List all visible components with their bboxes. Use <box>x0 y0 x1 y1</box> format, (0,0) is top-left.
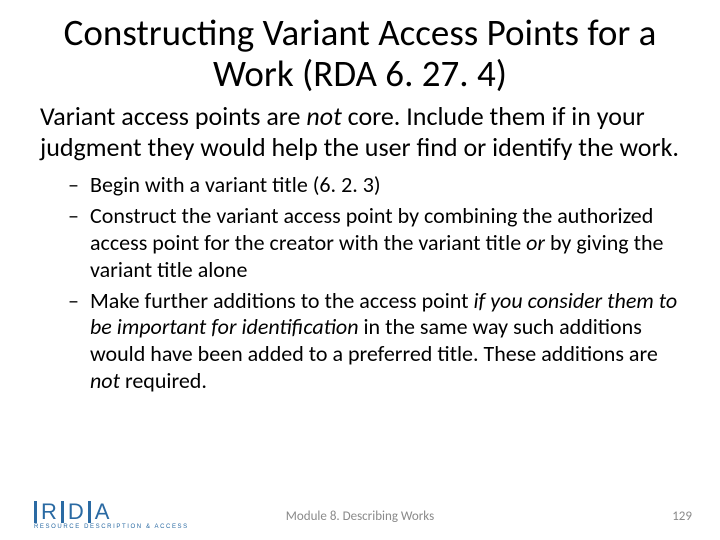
intro-paragraph: Variant access points are not core. Incl… <box>40 101 680 162</box>
logo-subtitle: RESOURCE DESCRIPTION & ACCESS <box>34 524 189 530</box>
bullet-pre: Make further additions to the access poi… <box>90 287 473 314</box>
list-item: Construct the variant access point by co… <box>68 203 680 283</box>
slide-body: Variant access points are not core. Incl… <box>0 95 720 395</box>
footer: R D A RESOURCE DESCRIPTION & ACCESS Modu… <box>0 496 720 532</box>
intro-em: not <box>306 100 341 132</box>
bullet-list: Begin with a variant title (6. 2. 3) Con… <box>40 172 680 395</box>
footer-module: Module 8. Describing Works <box>0 509 720 524</box>
slide-title: Constructing Variant Access Points for a… <box>0 0 720 95</box>
slide: Constructing Variant Access Points for a… <box>0 0 720 540</box>
bullet-em2: not <box>90 367 120 394</box>
list-item: Begin with a variant title (6. 2. 3) <box>68 172 680 199</box>
bullet-text: Begin with a variant title (6. 2. 3) <box>90 171 381 198</box>
bullet-em: or <box>526 229 545 256</box>
footer-page-number: 129 <box>672 509 692 524</box>
list-item: Make further additions to the access poi… <box>68 288 680 395</box>
bullet-post: required. <box>120 367 207 394</box>
intro-pre: Variant access points are <box>40 100 306 132</box>
